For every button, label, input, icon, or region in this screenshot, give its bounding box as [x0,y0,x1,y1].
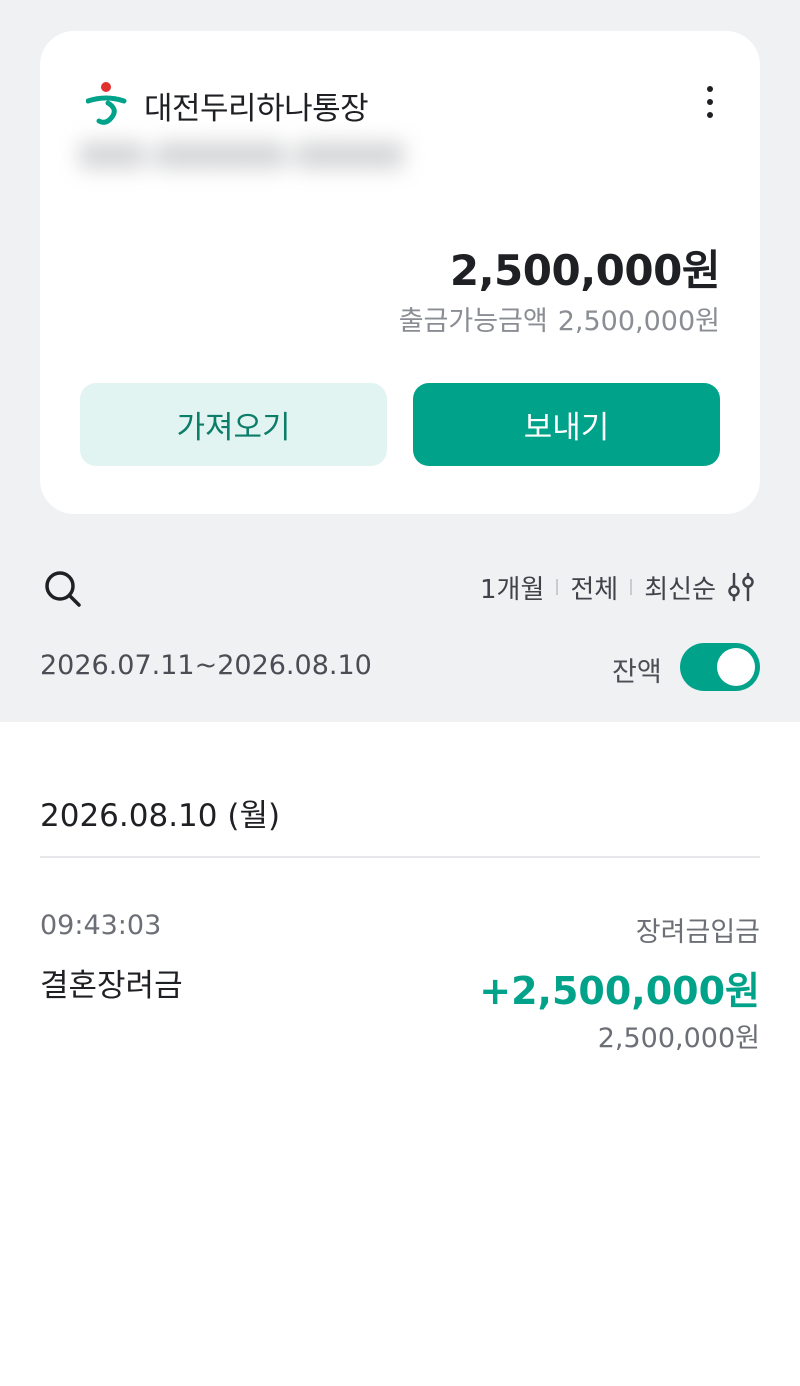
divider [40,856,760,858]
filter-type[interactable]: 전체 [570,569,618,606]
transaction-balance: 2,500,000원 [597,1023,760,1054]
transaction-date-header: 2026.08.10 (월) [40,798,281,834]
account-card: 대전두리하나통장 000-000000-00000 2,500,000원 출금가… [40,31,760,514]
toggle-knob [717,648,755,686]
more-options-icon[interactable] [696,81,724,123]
date-range: 2026.07.11~2026.08.10 [40,650,372,681]
send-button[interactable]: 보내기 [413,383,720,466]
transaction-type: 장려금입금 [635,917,760,948]
transaction-amount: +2,500,000원 [479,969,760,1013]
balance-toggle[interactable] [680,643,760,691]
filter-period[interactable]: 1개월 [480,569,544,606]
available-amount: 2,500,000원 [557,306,720,337]
account-summary-area: 대전두리하나통장 000-000000-00000 2,500,000원 출금가… [0,0,800,722]
available-label: 출금가능금액 [398,306,548,337]
transaction-name: 결혼장려금 [40,968,183,1004]
transaction-time: 09:43:03 [40,910,162,941]
account-number-blurred: 000-000000-00000 [80,137,405,175]
fetch-button[interactable]: 가져오기 [80,383,387,466]
available-balance: 출금가능금액 2,500,000원 [399,299,720,338]
filter-order[interactable]: 최신순 [644,569,716,606]
filter-bar[interactable]: 1개월 전체 최신순 [480,568,756,606]
account-name: 대전두리하나통장 [144,91,369,127]
hana-bank-logo-icon [86,82,127,125]
filter-divider [630,579,633,595]
account-balance: 2,500,000원 [449,246,721,295]
filter-divider [556,579,559,595]
search-icon[interactable] [40,566,84,610]
balance-toggle-label: 잔액 [612,657,662,688]
filter-settings-icon[interactable] [726,570,756,604]
